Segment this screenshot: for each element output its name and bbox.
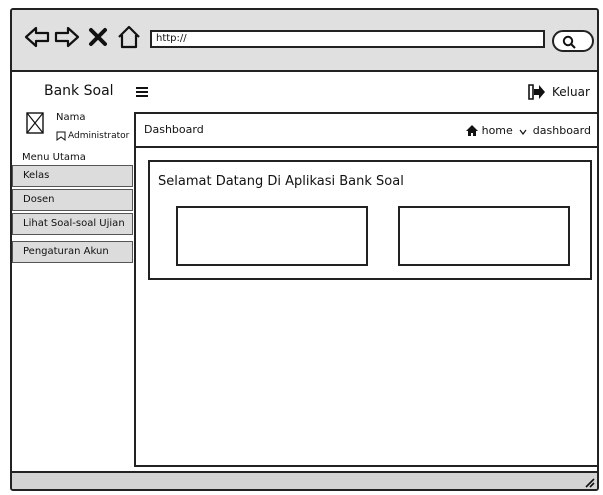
- close-icon[interactable]: [88, 27, 108, 47]
- breadcrumb-home[interactable]: home: [482, 124, 513, 137]
- resize-grip-icon[interactable]: [583, 476, 595, 488]
- status-bar: [12, 471, 597, 489]
- home-icon: [465, 124, 478, 136]
- address-bar-text: http://: [156, 33, 187, 44]
- home-icon[interactable]: [116, 24, 142, 50]
- address-bar[interactable]: http://: [150, 30, 545, 48]
- sidebar-item-pengaturan-akun[interactable]: Pengaturan Akun: [12, 241, 133, 263]
- welcome-panel: Selamat Datang Di Aplikasi Bank Soal: [148, 160, 592, 280]
- avatar: [26, 112, 44, 134]
- menu-title: Menu Utama: [22, 152, 86, 163]
- back-arrow-icon[interactable]: [24, 24, 50, 50]
- logout-button[interactable]: Keluar: [528, 83, 590, 101]
- browser-window: http:// Bank Soal Keluar Nama Administra…: [10, 8, 599, 491]
- sidebar-item-kelas[interactable]: Kelas: [12, 165, 133, 187]
- user-name: Nama: [56, 112, 86, 123]
- breadcrumb: home dashboard: [465, 123, 591, 137]
- page-title: Dashboard: [144, 123, 204, 136]
- search-icon: [562, 35, 576, 49]
- menu-toggle-icon[interactable]: [136, 87, 148, 97]
- browser-search-button[interactable]: [552, 30, 594, 52]
- breadcrumb-dashboard: dashboard: [532, 123, 591, 137]
- sidebar-item-lihat-soal[interactable]: Lihat Soal-soal Ujian: [12, 213, 133, 235]
- user-role: Administrator: [56, 131, 129, 141]
- sidebar-item-label: Pengaturan Akun: [23, 246, 109, 257]
- app-brand: Bank Soal: [44, 83, 114, 99]
- sidebar-item-label: Kelas: [23, 170, 50, 181]
- logout-icon: [528, 84, 545, 100]
- user-role-label: Administrator: [68, 131, 130, 141]
- page-header: Dashboard home dashboard: [136, 114, 597, 148]
- dashboard-card: [176, 206, 368, 266]
- main-content: Dashboard home dashboard Selamat Datang …: [134, 112, 597, 467]
- welcome-text: Selamat Datang Di Aplikasi Bank Soal: [158, 174, 404, 189]
- dashboard-card: [398, 206, 570, 266]
- chevron-down-icon: [519, 129, 527, 135]
- logout-label: Keluar: [552, 85, 590, 99]
- sidebar-item-dosen[interactable]: Dosen: [12, 189, 133, 211]
- sidebar-item-label: Dosen: [23, 194, 55, 205]
- browser-toolbar: http://: [12, 10, 597, 72]
- forward-arrow-icon[interactable]: [54, 24, 80, 50]
- sidebar-item-label: Lihat Soal-soal Ujian: [23, 218, 125, 229]
- bookmark-icon: [56, 131, 66, 141]
